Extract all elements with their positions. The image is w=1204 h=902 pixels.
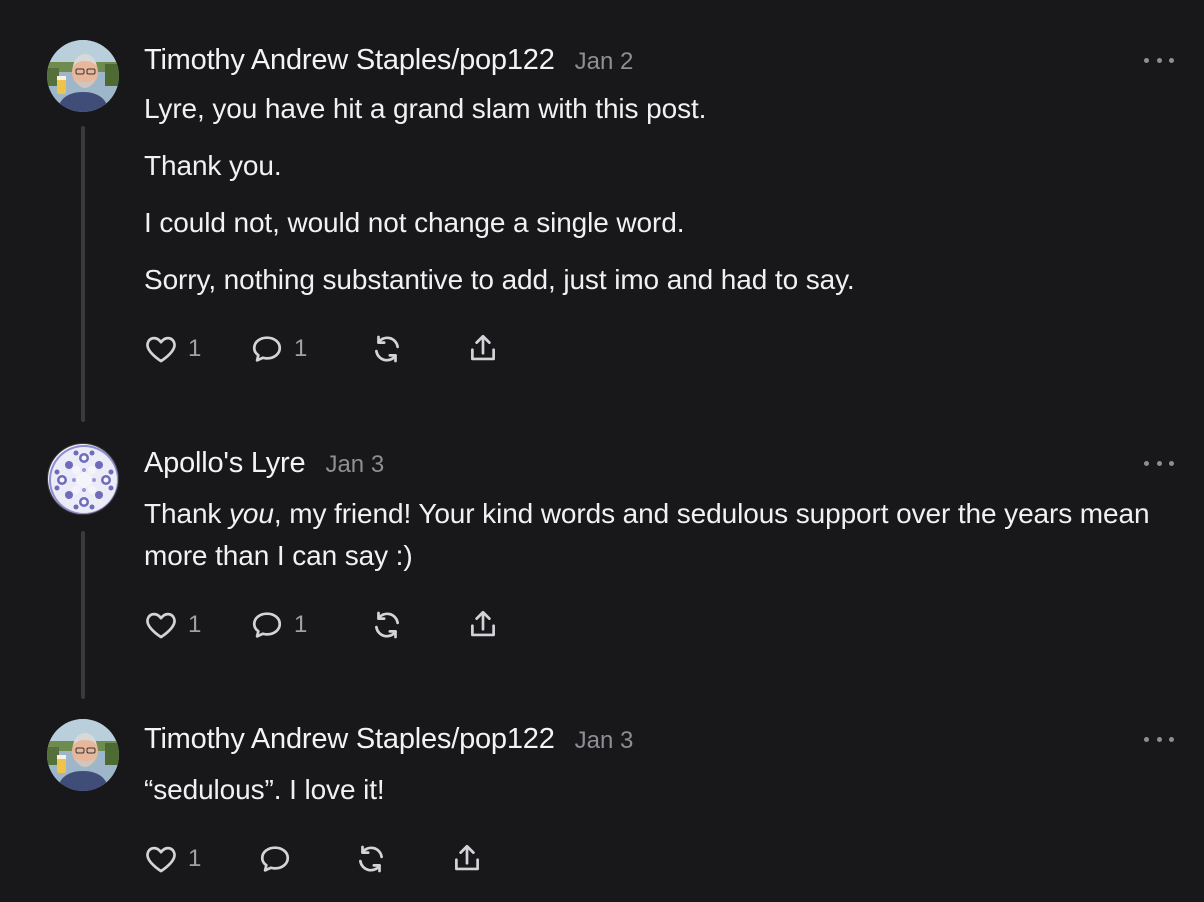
- restack-icon: [370, 332, 404, 366]
- comment-date[interactable]: Jan 3: [325, 451, 384, 479]
- comment-actions: 1 1: [144, 605, 644, 645]
- restack-button[interactable]: [370, 605, 404, 645]
- heart-icon: [144, 842, 178, 876]
- comment-body: “sedulous”. I love it!: [144, 769, 1189, 826]
- comment-paragraph: Thank you.: [144, 150, 282, 181]
- comment-paragraph: I could not, would not change a single w…: [144, 207, 685, 238]
- avatar[interactable]: [47, 719, 119, 791]
- fractal-pattern-avatar-icon: [48, 444, 119, 515]
- speech-bubble-icon: [250, 332, 284, 366]
- like-count: 1: [188, 845, 202, 872]
- reply-button[interactable]: 1: [250, 329, 307, 369]
- comment-paragraph: Sorry, nothing substantive to add, just …: [144, 264, 855, 295]
- thread-line: [81, 531, 85, 699]
- like-button[interactable]: 1: [144, 605, 201, 645]
- more-options-icon[interactable]: [1144, 729, 1174, 749]
- comment-paragraph: Thank you, my friend! Your kind words an…: [144, 498, 1150, 571]
- author-name[interactable]: Apollo's Lyre: [144, 447, 306, 480]
- comment-body: Lyre, you have hit a grand slam with thi…: [144, 88, 1189, 316]
- more-options-icon[interactable]: [1144, 453, 1174, 473]
- comment-actions: 1: [144, 839, 644, 879]
- share-icon: [450, 842, 484, 876]
- restack-button[interactable]: [354, 839, 388, 879]
- speech-bubble-icon: [258, 842, 292, 876]
- profile-photo-icon: [47, 40, 119, 112]
- emphasis-text: you: [229, 498, 274, 529]
- like-count: 1: [188, 611, 202, 638]
- like-button[interactable]: 1: [144, 329, 201, 369]
- comment-paragraph: “sedulous”. I love it!: [144, 774, 385, 805]
- avatar[interactable]: [47, 40, 119, 112]
- share-icon: [466, 332, 500, 366]
- comment-body: Thank you, my friend! Your kind words an…: [144, 493, 1189, 592]
- author-name[interactable]: Timothy Andrew Staples/pop122: [144, 44, 555, 77]
- reply-button[interactable]: [258, 839, 292, 879]
- share-icon: [466, 608, 500, 642]
- restack-icon: [354, 842, 388, 876]
- profile-photo-icon: [47, 719, 119, 791]
- comment-date[interactable]: Jan 3: [575, 727, 634, 755]
- share-button[interactable]: [450, 839, 484, 879]
- restack-icon: [370, 608, 404, 642]
- like-count: 1: [188, 335, 202, 362]
- restack-button[interactable]: [370, 329, 404, 369]
- more-options-icon[interactable]: [1144, 50, 1174, 70]
- share-button[interactable]: [466, 605, 500, 645]
- share-button[interactable]: [466, 329, 500, 369]
- comment-paragraph: Lyre, you have hit a grand slam with thi…: [144, 93, 707, 124]
- author-name[interactable]: Timothy Andrew Staples/pop122: [144, 723, 555, 756]
- reply-count: 1: [294, 611, 308, 638]
- like-button[interactable]: 1: [144, 839, 201, 879]
- comment-actions: 1 1: [144, 329, 644, 369]
- reply-button[interactable]: 1: [250, 605, 307, 645]
- avatar[interactable]: [47, 443, 119, 515]
- comment-date[interactable]: Jan 2: [575, 48, 634, 76]
- heart-icon: [144, 608, 178, 642]
- heart-icon: [144, 332, 178, 366]
- reply-count: 1: [294, 335, 308, 362]
- thread-line: [81, 126, 85, 422]
- speech-bubble-icon: [250, 608, 284, 642]
